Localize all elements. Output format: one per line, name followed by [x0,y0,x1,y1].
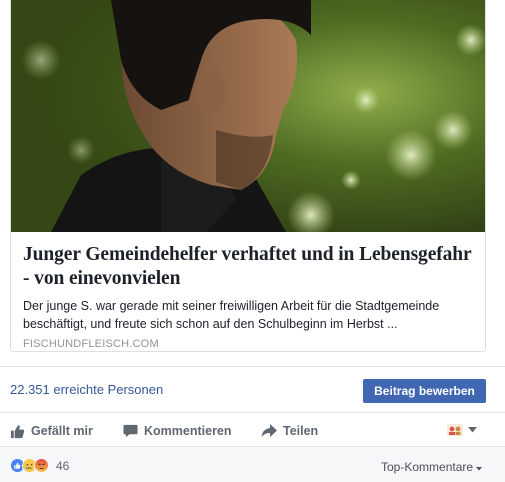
link-preview-image[interactable] [11,0,485,232]
chevron-down-icon [476,460,483,474]
angry-icon [34,458,50,474]
share-button[interactable]: Teilen [261,421,318,441]
insights-row: 22.351 erreichte Personen Beitrag bewerb… [0,366,505,412]
comment-button[interactable]: Kommentieren [123,421,232,441]
like-label: Gefällt mir [31,424,93,438]
link-domain: FISCHUNDFLEISCH.COM [23,338,159,350]
reaction-count: 46 [56,459,70,473]
page-avatar-icon [447,423,463,437]
comment-sort-label: Top-Kommentare [381,460,474,474]
reactions-bar: 46 Top-Kommentare [0,446,505,482]
boost-post-button[interactable]: Beitrag bewerben [363,379,486,403]
link-preview-card[interactable]: Junger Gemeindehelfer verhaftet und in L… [10,0,486,352]
share-arrow-icon [261,424,283,438]
reach-link[interactable]: 22.351 erreichte Personen [10,382,163,397]
link-description: Der junge S. war gerade mit seiner freiw… [23,299,440,331]
share-label: Teilen [283,424,319,438]
chevron-down-icon [468,427,477,433]
post-actions: Gefällt mir Kommentieren Teilen [0,412,505,446]
link-title[interactable]: Junger Gemeindehelfer verhaftet und in L… [23,243,473,291]
comment-sort-dropdown[interactable]: Top-Kommentare [381,460,483,474]
audience-selector[interactable] [447,423,477,437]
thumbs-up-icon [10,424,31,439]
link-preview-text[interactable]: Junger Gemeindehelfer verhaftet und in L… [11,232,485,350]
comment-icon [123,424,144,438]
facebook-post: Junger Gemeindehelfer verhaftet und in L… [0,0,505,482]
like-button[interactable]: Gefällt mir [10,421,93,441]
reactions-summary[interactable]: 46 [10,458,69,474]
comment-label: Kommentieren [144,424,232,438]
